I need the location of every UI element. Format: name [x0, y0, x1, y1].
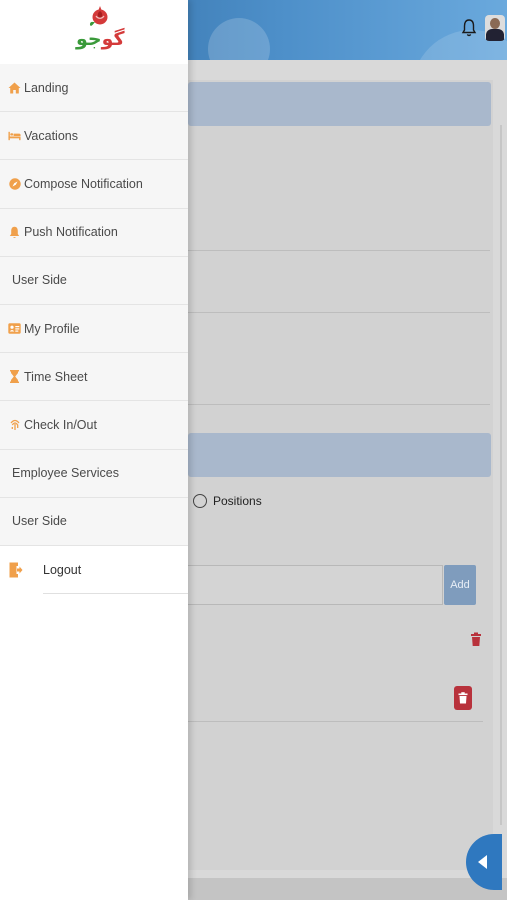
- menu-item-compose-notification[interactable]: Compose Notification: [0, 160, 188, 209]
- menu-item-user-side[interactable]: User Side: [0, 256, 188, 305]
- drawer-menu: Landing Vacations Compose Notification P…: [0, 64, 188, 595]
- add-button[interactable]: Add: [444, 565, 476, 605]
- compass-icon: [8, 177, 21, 190]
- logout-button[interactable]: Logout: [0, 545, 188, 595]
- section-header: [188, 433, 491, 477]
- id-card-icon: [8, 322, 21, 335]
- rose-logo: [89, 6, 108, 26]
- trash-icon[interactable]: [470, 632, 482, 647]
- caret-left-icon: [478, 855, 487, 869]
- section-header: [188, 82, 491, 126]
- menu-item-label: Employee Services: [12, 466, 119, 481]
- menu-item-check-in-out[interactable]: Check In/Out: [0, 401, 188, 450]
- header-decoration: [208, 18, 270, 60]
- positions-radio[interactable]: [193, 494, 207, 508]
- menu-item-time-sheet[interactable]: Time Sheet: [0, 353, 188, 402]
- menu-item-label: Check In/Out: [24, 417, 97, 432]
- menu-item-push-notification[interactable]: Push Notification: [0, 208, 188, 257]
- divider: [43, 593, 188, 595]
- positions-label: Positions: [213, 494, 262, 508]
- user-avatar[interactable]: [485, 15, 505, 41]
- bed-icon: [8, 129, 21, 142]
- divider: [188, 404, 490, 405]
- logo-text: گوجو: [76, 28, 126, 50]
- navigation-drawer: گوجو Landing Vacations Compose Notificat…: [0, 0, 188, 900]
- add-input[interactable]: [188, 565, 443, 605]
- menu-item-landing[interactable]: Landing: [0, 64, 188, 113]
- menu-item-label: Landing: [24, 80, 69, 95]
- bell-icon: [8, 226, 21, 239]
- menu-item-label: User Side: [12, 514, 67, 529]
- menu-item-label: Time Sheet: [24, 369, 88, 384]
- menu-item-user-side[interactable]: User Side: [0, 497, 188, 546]
- bottom-bar: [188, 878, 507, 900]
- menu-item-label: Push Notification: [24, 225, 118, 240]
- sign-out-icon: [9, 562, 23, 578]
- menu-item-label: Compose Notification: [24, 176, 143, 191]
- fingerprint-icon: [8, 418, 21, 431]
- menu-item-vacations[interactable]: Vacations: [0, 112, 188, 161]
- hourglass-icon: [8, 370, 21, 384]
- menu-item-label: User Side: [12, 273, 67, 288]
- bell-icon[interactable]: [461, 18, 477, 38]
- menu-item-label: My Profile: [24, 321, 80, 336]
- app-logo: گوجو: [0, 0, 188, 64]
- delete-button[interactable]: [454, 686, 472, 710]
- menu-item-my-profile[interactable]: My Profile: [0, 304, 188, 354]
- app-screen: Positions Add گوجو Landing Vacations Com…: [0, 0, 507, 900]
- logout-label: Logout: [43, 562, 82, 577]
- divider: [188, 312, 490, 313]
- card-edge: [500, 125, 502, 825]
- home-icon: [8, 81, 21, 94]
- divider: [188, 721, 483, 722]
- trash-icon: [458, 692, 468, 704]
- menu-item-label: Vacations: [24, 128, 78, 143]
- menu-item-employee-services[interactable]: Employee Services: [0, 449, 188, 498]
- divider: [188, 250, 490, 251]
